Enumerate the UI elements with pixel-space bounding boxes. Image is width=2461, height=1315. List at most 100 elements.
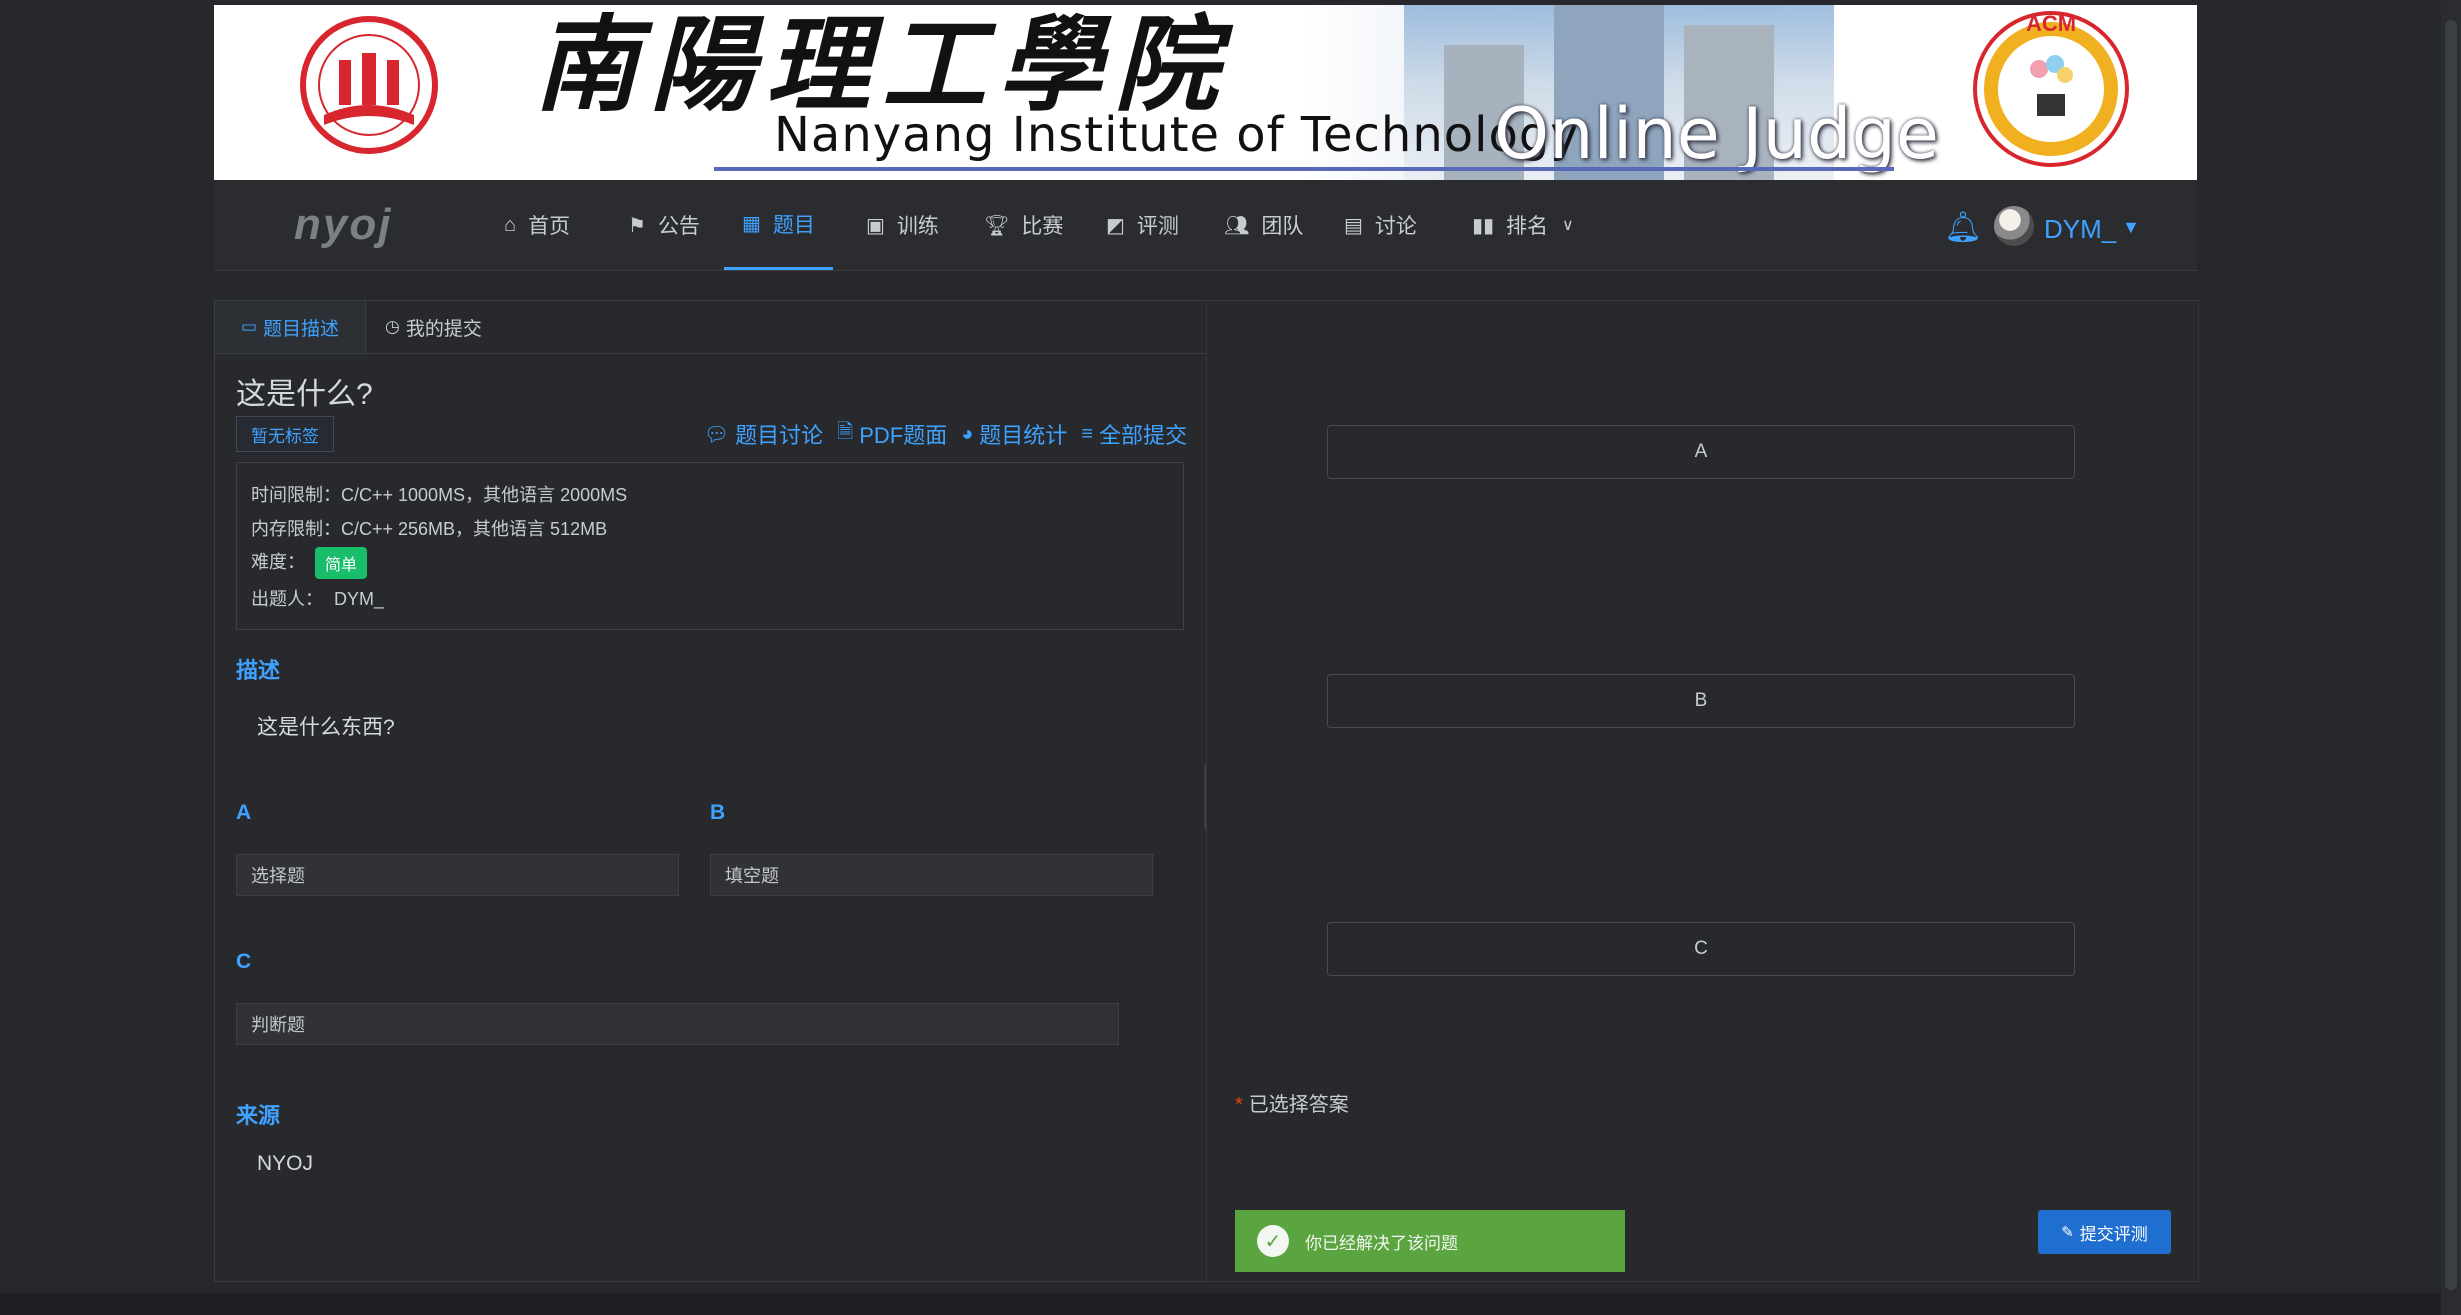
tab-label: 我的提交 <box>405 318 482 340</box>
time-limit: 时间限制：C/C++ 1000MS，其他语言 2000MS <box>251 485 628 505</box>
check-icon: ✓ <box>1257 1225 1289 1257</box>
comments-icon: 💬︎ <box>703 423 730 446</box>
submit-label: 提交评测 <box>2079 1224 2148 1244</box>
option-a-label: A <box>236 801 252 824</box>
tab-description[interactable]: ▭ 题目描述 <box>215 301 366 353</box>
acm-logo[interactable]: ACM <box>1969 9 2134 169</box>
nav-label: 讨论 <box>1374 215 1417 238</box>
site-banner: 南陽理工學院 Nanyang Institute of Technology O… <box>214 5 2197 180</box>
bar-chart-icon: ▮▮ <box>1472 214 1495 237</box>
problem-panel: ▭ 题目描述 ◷ 我的提交 这是什么? 暂无标签 💬︎ 题目讨论 🗎 PDF题面… <box>214 300 1208 1282</box>
submit-button[interactable]: ✎ 提交评测 <box>2038 1210 2171 1254</box>
problem-tabs: ▭ 题目描述 ◷ 我的提交 <box>215 301 1207 354</box>
banner-online-judge-title: Online Judge <box>1494 93 1939 175</box>
author-name: DYM_ <box>334 589 385 609</box>
solved-message: 你已经解决了该问题 <box>1305 1233 1458 1253</box>
banner-english-title: Nanyang Institute of Technology <box>774 107 1580 163</box>
banner-underline <box>714 167 1894 171</box>
problem-info-box: 时间限制：C/C++ 1000MS，其他语言 2000MS 内存限制：C/C++… <box>236 462 1184 630</box>
pie-chart-icon: ◕ <box>961 422 974 445</box>
team-icon: 👥︎ <box>1224 214 1250 237</box>
brand-logo[interactable]: nyoj <box>294 200 392 250</box>
chat-icon: ▤ <box>1344 214 1363 237</box>
nav-label: 排名 <box>1506 215 1549 238</box>
username[interactable]: DYM_ <box>2044 214 2116 245</box>
all-submissions-link[interactable]: ≡ 全部提交 <box>1081 417 1187 451</box>
selected-answer-text: 已选择答案 <box>1248 1094 1349 1116</box>
nav-item-problems[interactable]: ▦ 题目 <box>724 180 833 270</box>
nav-label: 训练 <box>896 215 939 238</box>
user-avatar[interactable] <box>1994 206 2034 246</box>
svg-text:ACM: ACM <box>2026 11 2076 36</box>
discuss-link[interactable]: 💬︎ 题目讨论 <box>704 417 823 451</box>
nav-item-announcement[interactable]: ⚑ 公告 <box>628 180 700 270</box>
bottom-bar <box>0 1293 2461 1315</box>
tab-my-submissions[interactable]: ◷ 我的提交 <box>385 301 482 353</box>
problem-links: 💬︎ 题目讨论 🗎 PDF题面 ◕ 题目统计 ≡ 全部提交 <box>704 417 1187 451</box>
scrollbar-thumb[interactable] <box>2445 20 2457 1290</box>
link-label: 题目统计 <box>979 423 1068 448</box>
description-text: 这是什么东西? <box>257 716 395 739</box>
grid-icon: ▦ <box>742 213 761 235</box>
link-label: 全部提交 <box>1098 423 1187 448</box>
clipboard-icon: ▣ <box>866 214 885 237</box>
notification-bell-icon[interactable]: 🔔︎ <box>1944 210 1982 245</box>
edit-icon: ✎ <box>2061 1224 2074 1241</box>
tab-label: 题目描述 <box>263 318 340 340</box>
nav-label: 评测 <box>1136 215 1179 238</box>
page-scrollbar[interactable] <box>2441 0 2461 1315</box>
page-root: 南陽理工學院 Nanyang Institute of Technology O… <box>0 0 2461 1315</box>
nav-item-training[interactable]: ▣ 训练 <box>866 180 939 270</box>
link-label: 题目讨论 <box>735 423 824 448</box>
difficulty-badge: 简单 <box>315 547 368 579</box>
choice-a-button[interactable]: A <box>1327 425 2075 479</box>
link-label: PDF题面 <box>859 423 948 448</box>
nav-label: 团队 <box>1261 215 1304 238</box>
caret-down-icon[interactable]: ▼ <box>2122 217 2140 238</box>
solved-status-banner: ✓ 你已经解决了该问题 <box>1235 1210 1625 1272</box>
school-logo-left[interactable] <box>294 15 444 155</box>
pdf-icon: 🗎 <box>837 421 854 443</box>
option-b-label: B <box>710 801 726 824</box>
stats-link[interactable]: ◕ 题目统计 <box>961 417 1067 451</box>
top-navbar: nyoj ⌂ 首页 ⚑ 公告 ▦ 题目 ▣ 训练 🏆︎ 比赛 ◩ 评测 👥︎ 团… <box>214 180 2197 271</box>
nav-item-ranking[interactable]: ▮▮ 排名 ∨ <box>1472 180 1574 270</box>
pdf-link[interactable]: 🗎 PDF题面 <box>837 417 947 451</box>
clock-icon: ◷ <box>385 317 400 336</box>
difficulty-label: 难度： <box>251 551 305 572</box>
card-icon: ▭ <box>240 317 258 336</box>
required-asterisk: * <box>1235 1094 1243 1116</box>
answer-panel: A B C * 已选择答案 ✓ 你已经解决了该问题 ✎ 提交评测 <box>1206 300 2199 1282</box>
trophy-icon: 🏆︎ <box>984 214 1010 237</box>
flag-icon: ⚑ <box>628 214 646 237</box>
nav-item-judge[interactable]: ◩ 评测 <box>1106 180 1179 270</box>
author-label: 出题人： <box>251 589 323 609</box>
nav-label: 首页 <box>528 215 571 238</box>
tag-badge[interactable]: 暂无标签 <box>236 416 334 452</box>
option-b-text: 填空题 <box>710 854 1153 896</box>
list-icon: ≡ <box>1081 422 1093 445</box>
option-c-label: C <box>236 950 252 973</box>
chart-icon: ◩ <box>1106 214 1125 237</box>
home-icon: ⌂ <box>504 213 517 236</box>
source-heading: 来源 <box>236 1103 281 1128</box>
difficulty-row: 难度： 简单 <box>251 547 368 579</box>
nav-item-home[interactable]: ⌂ 首页 <box>504 180 570 270</box>
source-text: NYOJ <box>257 1152 314 1175</box>
problem-title: 这是什么? <box>236 378 373 411</box>
nav-item-discussion[interactable]: ▤ 讨论 <box>1344 180 1417 270</box>
memory-limit: 内存限制：C/C++ 256MB，其他语言 512MB <box>251 519 608 539</box>
choice-b-button[interactable]: B <box>1327 674 2075 728</box>
option-a-text: 选择题 <box>236 854 679 896</box>
selected-answer-label: * 已选择答案 <box>1235 1088 1349 1117</box>
nav-label: 比赛 <box>1021 215 1064 238</box>
option-c-text: 判断题 <box>236 1003 1119 1045</box>
author-row: 出题人： DYM_ <box>251 585 384 611</box>
nav-label: 题目 <box>772 213 815 237</box>
nav-label: 公告 <box>657 215 700 238</box>
description-heading: 描述 <box>236 658 281 683</box>
chevron-down-icon: ∨ <box>1562 217 1574 234</box>
choice-c-button[interactable]: C <box>1327 922 2075 976</box>
nav-item-contest[interactable]: 🏆︎ 比赛 <box>984 180 1063 270</box>
nav-item-team[interactable]: 👥︎ 团队 <box>1224 180 1303 270</box>
